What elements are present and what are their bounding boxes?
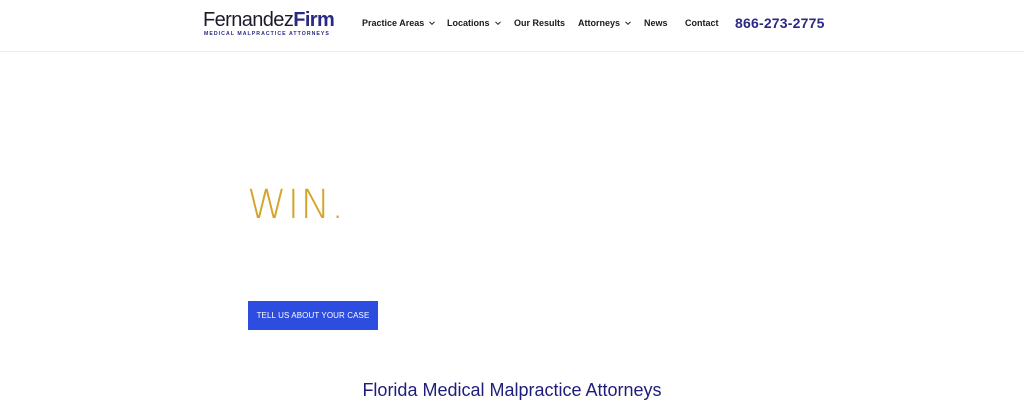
site-logo[interactable]: FernandezFirm MEDICAL MALPRACTICE ATTORN… [203,10,335,40]
site-header: FernandezFirm MEDICAL MALPRACTICE ATTORN… [0,0,1024,52]
phone-number-link[interactable]: 866-273-2775 [735,15,825,31]
nav-locations[interactable]: Locations [447,18,502,28]
hero-headline: WIN. [247,182,345,228]
nav-label: Attorneys [578,18,621,28]
nav-label: Practice Areas [362,18,425,28]
nav-label: Contact [685,18,719,28]
nav-news[interactable]: News [644,18,668,28]
logo-name-bold: Firm [293,9,335,31]
nav-practice-areas[interactable]: Practice Areas [362,18,436,28]
nav-attorneys[interactable]: Attorneys [578,18,632,28]
chevron-down-icon [625,21,631,26]
nav-label: News [644,18,668,28]
chevron-down-icon [494,21,501,26]
nav-label: Our Results [514,18,566,28]
chevron-down-icon [429,21,436,26]
nav-contact[interactable]: Contact [685,18,719,28]
logo-tagline: MEDICAL MALPRACTICE ATTORNEYS [204,31,330,37]
tell-us-about-your-case-button[interactable]: TELL US ABOUT YOUR CASE [248,301,378,330]
section-title: Florida Medical Malpractice Attorneys [362,380,662,400]
logo-wordmark: FernandezFirm [203,9,335,31]
logo-name-light: Fernandez [203,9,294,31]
nav-label: Locations [447,18,490,28]
nav-our-results[interactable]: Our Results [514,18,565,28]
